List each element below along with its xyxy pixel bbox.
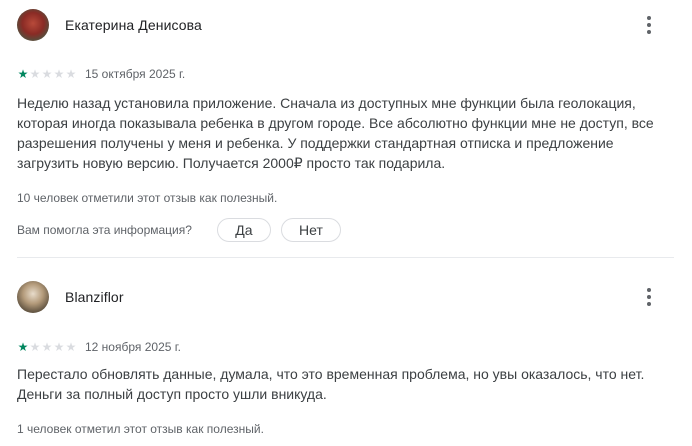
helpful-count: 1 человек отметил этот отзыв как полезны…	[17, 422, 264, 436]
review-date: 12 ноября 2025 г.	[85, 340, 181, 354]
review-card: Екатерина Денисова ★ ★ ★ ★ ★ 15 октября …	[0, 0, 692, 258]
star-icon: ★	[65, 67, 77, 81]
helpful-count: 10 человек отметили этот отзыв как полез…	[17, 191, 278, 205]
star-icon: ★	[41, 340, 53, 354]
star-icon: ★	[17, 340, 29, 354]
avatar	[17, 281, 49, 313]
menu-dot	[647, 302, 651, 306]
star-icon: ★	[53, 67, 65, 81]
menu-dot	[647, 295, 651, 299]
review-meta: ★ ★ ★ ★ ★ 12 ноября 2025 г.	[17, 340, 181, 354]
menu-dot	[647, 288, 651, 292]
feedback-row: Вам помогла эта информация? Да Нет	[17, 218, 341, 242]
star-rating: ★ ★ ★ ★ ★	[17, 68, 77, 80]
star-icon: ★	[41, 67, 53, 81]
menu-dot	[647, 23, 651, 27]
star-icon: ★	[29, 67, 41, 81]
star-icon: ★	[53, 340, 65, 354]
review-text: Перестало обновлять данные, думала, что …	[17, 366, 645, 402]
menu-dot	[647, 16, 651, 20]
review-meta: ★ ★ ★ ★ ★ 15 октября 2025 г.	[17, 67, 186, 81]
star-icon: ★	[65, 340, 77, 354]
star-icon: ★	[17, 67, 29, 81]
review-date: 15 октября 2025 г.	[85, 67, 186, 81]
more-options-icon[interactable]	[638, 14, 660, 36]
review-card: Blanziflor ★ ★ ★ ★ ★ 12 ноября 2025 г. П…	[0, 258, 692, 446]
review-text: Неделю назад установила приложение. Снач…	[17, 95, 654, 171]
menu-dot	[647, 30, 651, 34]
feedback-question: Вам помогла эта информация?	[17, 223, 192, 237]
yes-button[interactable]: Да	[216, 218, 271, 242]
review-author: Екатерина Денисова	[65, 17, 202, 33]
more-options-icon[interactable]	[638, 286, 660, 308]
review-author: Blanziflor	[65, 289, 124, 305]
star-rating: ★ ★ ★ ★ ★	[17, 341, 77, 353]
avatar	[17, 9, 49, 41]
star-icon: ★	[29, 340, 41, 354]
no-button[interactable]: Нет	[280, 218, 341, 242]
